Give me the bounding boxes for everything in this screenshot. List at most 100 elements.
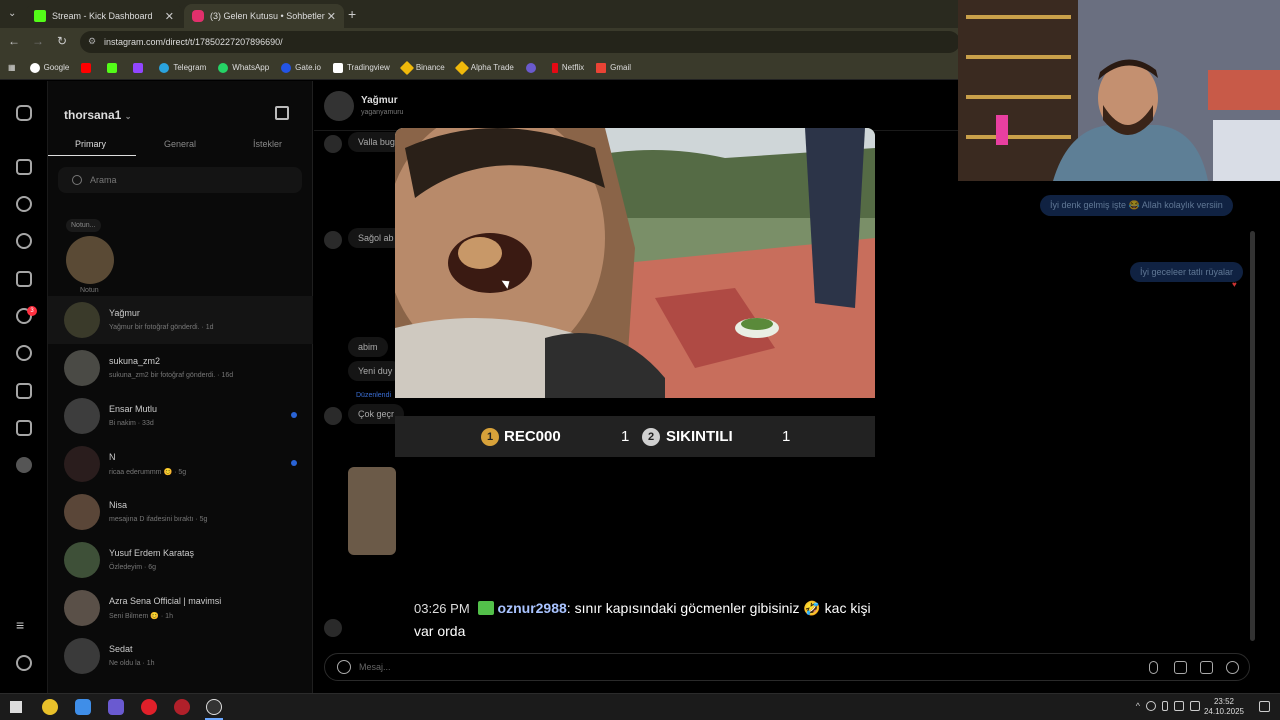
- conversation-name: Nisa: [109, 500, 128, 510]
- conversation-item[interactable]: N ricaa ederummm 😊 · 5g: [48, 440, 313, 488]
- own-message-bubble[interactable]: İyi denk gelmiş işte 😂 Allah kolaylık ve…: [1040, 195, 1233, 216]
- tab-primary[interactable]: Primary: [75, 139, 106, 149]
- conversation-preview: mesajına D ifadesini bıraktı · 5g: [109, 516, 208, 523]
- back-icon[interactable]: ←: [8, 34, 20, 48]
- conversation-item[interactable]: Sedat Ne oldu la · 1h: [48, 632, 313, 680]
- tab-close-icon[interactable]: ✕: [327, 10, 336, 23]
- tab-general[interactable]: General: [164, 139, 196, 149]
- bookmark-gmail[interactable]: Gmail: [596, 62, 631, 73]
- conversation-item[interactable]: Yağmur Yağmur bir fotoğraf gönderdi. · 1…: [48, 296, 313, 344]
- team-right-name: SIKINTILI: [666, 428, 733, 445]
- meta-apps-icon[interactable]: [16, 655, 32, 671]
- conversation-preview: Seni Bilmem 😊 · 1h: [109, 613, 173, 620]
- tab-requests[interactable]: İstekler: [253, 139, 282, 149]
- thread-avatar[interactable]: [324, 91, 354, 121]
- bookmark-twitch[interactable]: [133, 62, 147, 73]
- instagram-icon: [192, 10, 204, 22]
- scrollbar[interactable]: [1250, 231, 1255, 641]
- sender-avatar: [324, 231, 342, 249]
- bookmark-gateio[interactable]: Gate.io: [281, 62, 321, 73]
- apps-icon[interactable]: ▦: [8, 63, 16, 72]
- explore-icon[interactable]: [16, 233, 32, 249]
- image-icon[interactable]: [1174, 661, 1187, 674]
- sticker-icon[interactable]: [1200, 661, 1213, 674]
- whatsapp-icon: [218, 62, 229, 73]
- tray-expand-icon[interactable]: ^: [1136, 701, 1140, 711]
- conversation-name: Azra Sena Official | mavimsi: [109, 596, 222, 606]
- instagram-logo-icon[interactable]: [16, 105, 32, 121]
- network-icon[interactable]: [1174, 701, 1184, 711]
- forward-icon[interactable]: →: [32, 34, 44, 48]
- thread-handle: yaganyamuru: [361, 109, 404, 116]
- avatar: [64, 494, 100, 530]
- address-bar[interactable]: ⚙ instagram.com/direct/t/178502272078966…: [80, 31, 960, 53]
- chrome-icon[interactable]: [42, 699, 58, 715]
- team-left-badge-icon: 1: [481, 428, 499, 446]
- bookmark-extension[interactable]: [525, 62, 540, 73]
- notifications-icon[interactable]: [1259, 701, 1270, 712]
- tray-app-icon[interactable]: [1146, 701, 1156, 711]
- start-windows-icon[interactable]: [10, 701, 22, 713]
- copilot-icon[interactable]: [75, 699, 91, 715]
- new-message-icon[interactable]: [275, 106, 289, 120]
- conversation-item[interactable]: Azra Sena Official | mavimsi Seni Bilmem…: [48, 584, 313, 632]
- reload-icon[interactable]: ↻: [57, 34, 67, 48]
- bookmark-alpha-trade[interactable]: Alpha Trade: [454, 60, 514, 75]
- more-menu-icon[interactable]: ≡: [16, 617, 24, 633]
- clapper-app-icon[interactable]: [108, 699, 124, 715]
- account-switcher[interactable]: thorsana1 ⌄: [64, 108, 131, 122]
- bookmark-telegram[interactable]: Telegram: [159, 62, 206, 73]
- profile-avatar[interactable]: [16, 457, 32, 473]
- search-input[interactable]: Arama: [58, 167, 302, 193]
- reels-icon[interactable]: [16, 271, 32, 287]
- dashboard-icon[interactable]: [16, 420, 32, 436]
- microphone-icon[interactable]: [1162, 701, 1168, 711]
- bookmark-netflix[interactable]: Netflix: [551, 62, 584, 73]
- sender-avatar: [324, 135, 342, 153]
- sender-avatar: [324, 407, 342, 425]
- new-tab-icon[interactable]: +: [348, 6, 356, 22]
- bookmark-google[interactable]: Google: [29, 62, 69, 73]
- note-avatar[interactable]: [66, 236, 114, 284]
- avatar: [64, 638, 100, 674]
- system-clock[interactable]: 23:52 24.10.2025: [1204, 697, 1244, 717]
- binance-icon: [399, 60, 414, 75]
- conversation-item[interactable]: Yusuf Erdem Karataş Özledeyim · 6g: [48, 536, 313, 584]
- search-icon[interactable]: [16, 196, 32, 212]
- photo-message[interactable]: [348, 467, 396, 555]
- tab-search-chevron-icon[interactable]: ⌄: [8, 8, 16, 19]
- home-icon[interactable]: [16, 159, 32, 175]
- bookmark-tradingview[interactable]: Tradingview: [332, 62, 390, 73]
- create-icon[interactable]: [16, 383, 32, 399]
- browser-tab-instagram[interactable]: (3) Gelen Kutusu • Sohbetler ✕: [184, 4, 344, 28]
- heart-icon[interactable]: [1226, 661, 1239, 674]
- thread-name[interactable]: Yağmur: [361, 95, 398, 106]
- notifications-heart-icon[interactable]: [16, 345, 32, 361]
- active-tab-indicator: [48, 155, 136, 156]
- volume-icon[interactable]: [1190, 701, 1200, 711]
- recording-app-icon[interactable]: [174, 699, 190, 715]
- opera-icon[interactable]: [141, 699, 157, 715]
- bookmark-kick[interactable]: [107, 62, 121, 73]
- conversation-name: Yusuf Erdem Karataş: [109, 548, 195, 558]
- kick-icon: [34, 10, 46, 22]
- browser-tab-kick[interactable]: Stream - Kick Dashboard ✕: [26, 4, 182, 28]
- site-info-icon[interactable]: ⚙: [88, 36, 96, 47]
- bookmark-binance[interactable]: Binance: [399, 60, 445, 75]
- emoji-icon[interactable]: [337, 660, 351, 674]
- note-bubble[interactable]: Notun...: [66, 219, 101, 232]
- message-input[interactable]: Mesaj...: [324, 653, 1250, 681]
- bookmark-youtube[interactable]: [81, 62, 95, 73]
- stream-video-frame: [395, 128, 875, 398]
- obs-icon[interactable]: [206, 699, 222, 715]
- tab-close-icon[interactable]: ✕: [165, 10, 174, 23]
- microphone-icon[interactable]: [1149, 661, 1158, 674]
- own-message-bubble[interactable]: İyi geceleer tatlı rüyalar: [1130, 262, 1244, 282]
- gateio-icon: [281, 62, 292, 73]
- bookmark-whatsapp[interactable]: WhatsApp: [218, 62, 269, 73]
- conversation-item[interactable]: Ensar Mutlu Bi nakim · 33d: [48, 392, 313, 440]
- unread-dot: [291, 412, 297, 418]
- message-bubble[interactable]: abim: [348, 337, 388, 357]
- conversation-item[interactable]: sukuna_zm2 sukuna_zm2 bir fotoğraf gönde…: [48, 344, 313, 392]
- conversation-item[interactable]: Nisa mesajına D ifadesini bıraktı · 5g: [48, 488, 313, 536]
